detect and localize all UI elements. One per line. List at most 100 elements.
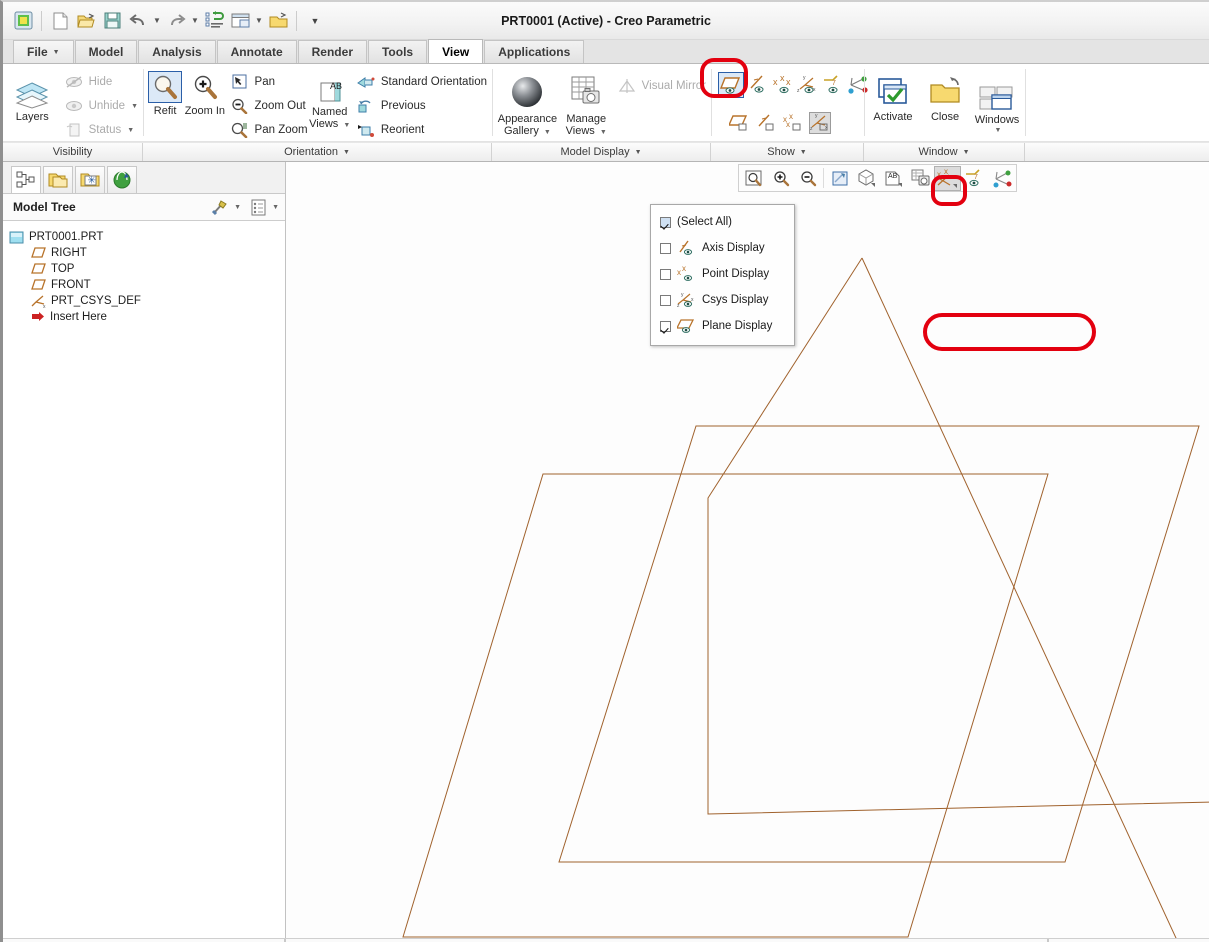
manage-views-button[interactable]: Manage Views ▼ — [560, 71, 613, 139]
status-chevron-down-icon[interactable]: ▼ — [127, 127, 134, 134]
creo-logo-icon[interactable] — [11, 9, 35, 33]
window-dialog-launcher-icon[interactable]: ▼ — [963, 149, 970, 156]
favorites-tab[interactable]: ✳ — [75, 166, 105, 193]
redo-dropdown-caret[interactable]: ▼ — [190, 16, 200, 25]
appearance-gallery-button[interactable]: Appearance Gallery ▼ — [495, 71, 560, 139]
undo-icon[interactable] — [126, 9, 150, 33]
menu-item-select-all[interactable]: (Select All) — [651, 209, 794, 235]
csys-display-checkbox[interactable] — [660, 294, 671, 306]
menu-item-point-display[interactable]: x x Point Display — [651, 261, 794, 287]
orientation-dialog-launcher-icon[interactable]: ▼ — [343, 149, 350, 156]
plane-tag-display-icon[interactable] — [728, 112, 750, 134]
group-label-model-display[interactable]: Model Display ▼ — [492, 143, 711, 161]
datum-plane-front[interactable] — [707, 257, 1209, 938]
previous-view-button[interactable]: Previous — [352, 94, 490, 118]
csys-tag-display-icon[interactable]: y z x — [809, 112, 831, 134]
zoom-in-button[interactable]: Zoom In — [184, 67, 225, 117]
point-tag-display-icon[interactable]: x x x — [782, 112, 804, 134]
select-all-checkbox[interactable] — [660, 216, 671, 228]
tree-item-insert-here[interactable]: Insert Here — [9, 309, 285, 325]
group-label-show[interactable]: Show ▼ — [711, 143, 864, 161]
display-list-icon[interactable] — [247, 196, 269, 218]
tree-item-right[interactable]: RIGHT — [9, 245, 285, 261]
tree-item-top[interactable]: TOP — [9, 261, 285, 277]
undo-dropdown-caret[interactable]: ▼ — [152, 16, 162, 25]
gfx-zoom-out-icon[interactable] — [794, 166, 821, 191]
named-views-button[interactable]: AB Named Views ▼ — [308, 75, 352, 132]
gfx-display-style-icon[interactable] — [853, 166, 880, 191]
save-icon[interactable] — [100, 9, 124, 33]
menu-item-csys-display[interactable]: y z x Csys Display — [651, 287, 794, 313]
menu-item-axis-display[interactable]: Axis Display — [651, 235, 794, 261]
tab-tools[interactable]: Tools — [367, 40, 428, 63]
plane-display-icon[interactable] — [718, 72, 744, 98]
windows-button[interactable]: Windows ▼ — [971, 81, 1023, 134]
menu-item-plane-display[interactable]: Plane Display — [651, 313, 794, 339]
open-icon[interactable] — [74, 9, 98, 33]
appearance-gallery-chevron-down-icon[interactable]: ▼ — [544, 129, 551, 136]
refit-button[interactable]: Refit — [146, 67, 184, 117]
windows-chevron-down-icon[interactable]: ▼ — [995, 127, 1002, 134]
close-window-button[interactable]: Close — [919, 73, 971, 123]
group-label-orientation[interactable]: Orientation ▼ — [143, 143, 492, 161]
tree-item-csys[interactable]: x PRT_CSYS_DEF — [9, 293, 285, 309]
layers-button[interactable]: Layers — [5, 77, 60, 123]
folder-browser-tab[interactable] — [43, 166, 73, 193]
hide-button[interactable]: Hide — [60, 70, 141, 94]
csys-display-icon[interactable]: y z x — [797, 74, 819, 96]
settings-chevron-down-icon[interactable]: ▼ — [234, 204, 241, 211]
plane-display-checkbox[interactable] — [660, 320, 671, 332]
visual-mirror-button[interactable]: Visual Mirror — [613, 74, 709, 98]
named-views-chevron-down-icon[interactable]: ▼ — [343, 122, 350, 129]
point-display-checkbox[interactable] — [660, 268, 671, 280]
redo-icon[interactable] — [164, 9, 188, 33]
connections-tab[interactable] — [107, 166, 137, 193]
datum-plane-right[interactable] — [558, 425, 1200, 863]
activate-button[interactable]: Activate — [867, 73, 919, 123]
tab-view[interactable]: View — [428, 39, 484, 63]
pan-button[interactable]: Pan — [226, 70, 308, 94]
switch-window-icon[interactable] — [228, 9, 252, 33]
tab-annotate[interactable]: Annotate — [216, 40, 297, 63]
zoom-out-button[interactable]: Zoom Out — [226, 94, 308, 118]
annotation-display-icon[interactable]: 7 — [822, 74, 844, 96]
reorient-button[interactable]: Reorient — [352, 118, 490, 142]
status-button[interactable]: Status ▼ — [60, 118, 141, 142]
gfx-saved-orientations-icon[interactable]: AB — [880, 166, 907, 191]
gfx-annotation-display-filters-icon[interactable]: 7 — [961, 166, 988, 191]
unhide-chevron-down-icon[interactable]: ▼ — [131, 103, 138, 110]
show-dialog-launcher-icon[interactable]: ▼ — [800, 149, 807, 156]
manage-views-chevron-down-icon[interactable]: ▼ — [600, 129, 607, 136]
unhide-button[interactable]: Unhide ▼ — [60, 94, 141, 118]
tab-file[interactable]: File ▼ — [13, 40, 74, 63]
close-window-icon[interactable] — [266, 9, 290, 33]
datum-plane-top[interactable] — [402, 473, 1049, 938]
model-tree-tab[interactable] — [11, 166, 41, 193]
gfx-repaint-icon[interactable] — [826, 166, 853, 191]
gfx-zoom-in-icon[interactable] — [767, 166, 794, 191]
axis-tag-display-icon[interactable] — [755, 112, 777, 134]
settings-tools-icon[interactable] — [209, 196, 231, 218]
group-label-window[interactable]: Window ▼ — [864, 143, 1025, 161]
point-display-icon[interactable]: x x x — [772, 74, 794, 96]
new-icon[interactable] — [48, 9, 72, 33]
standard-orientation-button[interactable]: Standard Orientation — [352, 70, 490, 94]
tab-analysis[interactable]: Analysis — [138, 40, 216, 63]
axis-display-checkbox[interactable] — [660, 242, 671, 254]
regenerate-icon[interactable] — [202, 9, 226, 33]
tab-applications[interactable]: Applications — [484, 40, 585, 63]
gfx-datum-display-filters-icon[interactable]: x x x — [934, 165, 961, 191]
display-chevron-down-icon[interactable]: ▼ — [272, 204, 279, 211]
gfx-refit-icon[interactable] — [740, 166, 767, 191]
switch-window-dropdown-caret[interactable]: ▼ — [254, 16, 264, 25]
pan-zoom-button[interactable]: Pan Zoom — [226, 118, 308, 142]
tree-item-front[interactable]: FRONT — [9, 277, 285, 293]
qat-customize-icon[interactable]: ▼ — [303, 9, 327, 33]
gfx-view-manager-icon[interactable] — [907, 166, 934, 191]
model-display-dialog-launcher-icon[interactable]: ▼ — [635, 149, 642, 156]
gfx-spin-center-icon[interactable] — [988, 166, 1015, 191]
tab-render[interactable]: Render — [297, 40, 367, 63]
axis-display-icon[interactable] — [747, 74, 769, 96]
tab-model[interactable]: Model — [74, 40, 138, 63]
tree-item-part[interactable]: PRT0001.PRT — [9, 229, 285, 245]
